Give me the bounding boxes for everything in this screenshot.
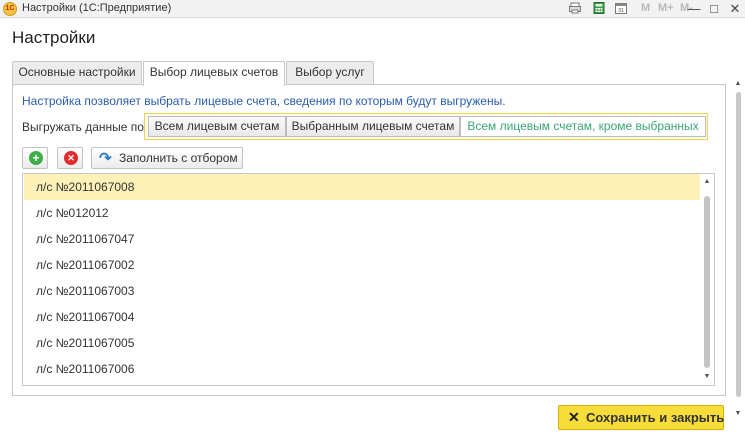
- save-close-icon: ✕: [568, 409, 580, 425]
- add-icon: +: [29, 151, 43, 165]
- option-selected-accounts[interactable]: Выбранным лицевым счетам: [286, 116, 460, 137]
- delete-button[interactable]: ✕: [57, 147, 83, 169]
- accounts-list: л/с №2011067008 л/с №012012 л/с №2011067…: [22, 173, 715, 386]
- tab-main-settings[interactable]: Основные настройки: [12, 61, 142, 84]
- minimize-button[interactable]: —: [687, 0, 701, 17]
- fill-arrow-icon: ↷: [99, 150, 112, 167]
- list-item[interactable]: л/с №2011067047: [24, 226, 700, 252]
- page-title: Настройки: [12, 28, 96, 47]
- list-scroll-down-icon[interactable]: ▼: [701, 372, 713, 382]
- print-icon[interactable]: [569, 2, 581, 14]
- list-scrollbar-thumb[interactable]: [704, 196, 710, 368]
- fill-with-filter-label: Заполнить с отбором: [119, 151, 238, 165]
- list-scroll-up-icon[interactable]: ▲: [701, 177, 713, 187]
- add-button[interactable]: +: [22, 147, 48, 169]
- info-text: Настройка позволяет выбрать лицевые счет…: [22, 94, 506, 108]
- delete-icon: ✕: [64, 151, 78, 165]
- option-all-accounts[interactable]: Всем лицевым счетам: [148, 116, 286, 137]
- list-item[interactable]: л/с №2011067002: [24, 252, 700, 278]
- tab-account-selection[interactable]: Выбор лицевых счетов: [143, 61, 285, 86]
- form-scroll-down-icon[interactable]: ▼: [733, 410, 743, 420]
- memory-m-button[interactable]: M: [641, 2, 650, 14]
- window-title: Настройки (1С:Предприятие): [22, 2, 172, 14]
- app-logo-icon: 1С: [3, 2, 17, 16]
- list-item[interactable]: л/с №2011067006: [24, 356, 700, 382]
- option-all-except-selected[interactable]: Всем лицевым счетам, кроме выбранных: [460, 116, 706, 137]
- memory-plus-button[interactable]: M+: [658, 2, 674, 14]
- fill-with-filter-button[interactable]: ↷ Заполнить с отбором: [91, 147, 243, 169]
- list-item[interactable]: л/с №2011067008: [24, 174, 700, 200]
- svg-text:31: 31: [618, 8, 624, 14]
- list-item[interactable]: л/с №012012: [24, 200, 700, 226]
- close-button[interactable]: ✕: [725, 0, 745, 17]
- list-item[interactable]: л/с №2011067005: [24, 330, 700, 356]
- calendar-icon[interactable]: 31: [615, 2, 627, 14]
- maximize-button[interactable]: □: [704, 0, 724, 17]
- save-and-close-label: Сохранить и закрыть: [586, 410, 725, 425]
- list-item[interactable]: л/с №2011067003: [24, 278, 700, 304]
- save-and-close-button[interactable]: ✕ Сохранить и закрыть: [558, 405, 724, 430]
- unload-label: Выгружать данные по:: [22, 120, 148, 134]
- form-scroll-up-icon[interactable]: ▲: [733, 80, 743, 90]
- list-item[interactable]: л/с №2011067004: [24, 304, 700, 330]
- calculator-icon[interactable]: [593, 2, 605, 14]
- tab-service-selection[interactable]: Выбор услуг: [286, 61, 374, 84]
- form-scrollbar-thumb[interactable]: [736, 92, 741, 397]
